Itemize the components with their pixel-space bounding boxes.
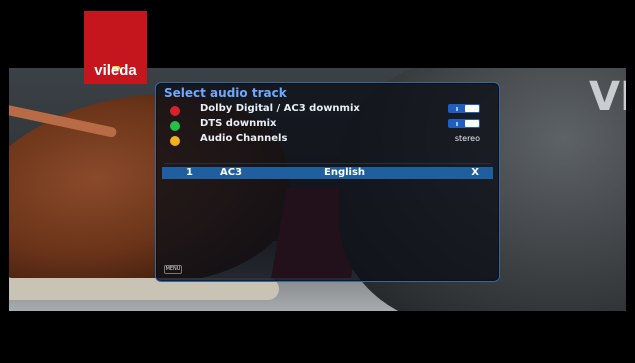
option-dts[interactable]: DTS downmix	[170, 118, 494, 132]
audio-track-dialog: Select audio track Dolby Digital / AC3 d…	[155, 82, 500, 282]
toggle-knob	[465, 120, 479, 127]
menu-button[interactable]: MENU	[164, 265, 182, 274]
red-dot-icon	[170, 106, 180, 116]
audio-channels-value: stereo	[454, 134, 480, 143]
tv-screen: VI vileda Select audio track Dolby Digit…	[0, 0, 635, 363]
dialog-title: Select audio track	[164, 86, 287, 100]
background-brand-text: VI	[589, 74, 626, 120]
toggle-knob	[465, 105, 479, 112]
option-dolby-ac3[interactable]: Dolby Digital / AC3 downmix	[170, 103, 494, 117]
shoe-lace	[9, 99, 118, 139]
toggle-switch[interactable]	[448, 104, 480, 113]
option-label: Audio Channels	[200, 133, 288, 144]
green-dot-icon	[170, 121, 180, 131]
logo-text: vileda	[94, 62, 137, 79]
track-marker: X	[471, 167, 479, 178]
brand-logo: vileda	[84, 11, 147, 84]
track-number: 1	[186, 167, 193, 178]
track-codec: AC3	[220, 167, 243, 178]
divider	[164, 163, 491, 164]
yellow-dot-icon	[170, 136, 180, 146]
audio-track-row[interactable]: 1 AC3 English X	[162, 167, 493, 179]
option-label: Dolby Digital / AC3 downmix	[200, 103, 360, 114]
option-audio-channels[interactable]: Audio Channels stereo	[170, 133, 494, 147]
toggle-switch[interactable]	[448, 119, 480, 128]
toggle-tick-icon	[456, 122, 458, 126]
toggle-tick-icon	[456, 107, 458, 111]
option-label: DTS downmix	[200, 118, 277, 129]
track-language: English	[324, 167, 366, 178]
